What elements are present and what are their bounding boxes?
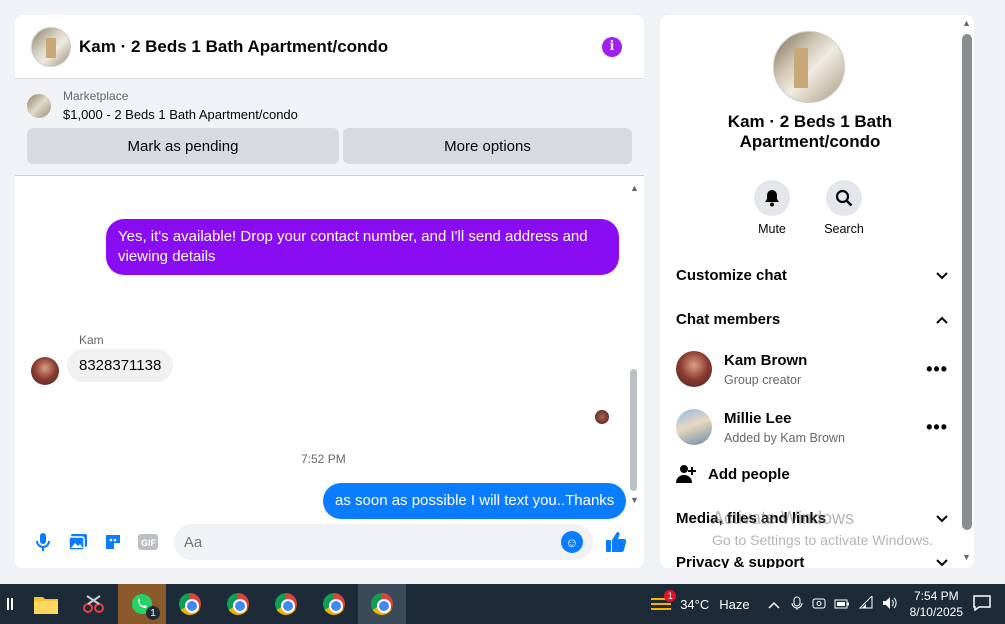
sticker-icon[interactable] xyxy=(95,524,130,560)
chrome-icon[interactable] xyxy=(310,584,358,624)
notification-badge: 1 xyxy=(146,606,160,620)
scrollbar[interactable]: ▲ ▼ xyxy=(630,183,639,505)
photo-icon[interactable] xyxy=(60,524,95,560)
scroll-thumb[interactable] xyxy=(962,34,972,530)
battery-icon[interactable] xyxy=(834,597,850,612)
search-icon[interactable] xyxy=(826,180,862,216)
volume-icon[interactable] xyxy=(882,596,898,613)
chat-header: Kam · 2 Beds 1 Bath Apartment/condo i xyxy=(15,15,644,79)
chat-panel: Kam · 2 Beds 1 Bath Apartment/condo i Ma… xyxy=(15,15,644,568)
chat-title[interactable]: Kam · 2 Beds 1 Bath Apartment/condo xyxy=(79,37,388,57)
file-explorer-icon[interactable] xyxy=(22,584,70,624)
search-action[interactable]: Search xyxy=(814,180,874,236)
privacy-support-label: Privacy & support xyxy=(676,554,805,568)
activation-watermark-title: Activate Windows xyxy=(712,508,855,528)
clock-time: 7:54 PM xyxy=(913,589,959,603)
member-role: Group creator xyxy=(724,372,802,387)
privacy-support-section[interactable]: Privacy & support xyxy=(676,554,948,568)
member-role: Added by Kam Brown xyxy=(724,430,845,445)
wifi-icon[interactable] xyxy=(858,594,874,613)
avatar[interactable] xyxy=(31,357,59,385)
read-receipt-avatar xyxy=(595,410,609,424)
composer: GIF ☺ xyxy=(15,516,644,568)
marketplace-label: Marketplace xyxy=(63,89,129,103)
scroll-down-icon[interactable]: ▼ xyxy=(962,552,971,562)
meet-now-icon[interactable] xyxy=(790,596,804,613)
scroll-up-icon[interactable]: ▲ xyxy=(962,18,971,28)
chrome-icon[interactable] xyxy=(262,584,310,624)
conversation-title: Kam · 2 Beds 1 Bath Apartment/condo xyxy=(727,112,893,151)
marketplace-banner: Marketplace $1,000 - 2 Beds 1 Bath Apart… xyxy=(15,79,644,176)
chat-avatar[interactable] xyxy=(31,26,71,67)
message-outgoing[interactable]: Yes, it's available! Drop your contact n… xyxy=(106,219,619,275)
whatsapp-icon[interactable]: 1 xyxy=(118,584,166,624)
conversation-avatar[interactable] xyxy=(773,31,845,103)
windows-taskbar: 1 1 34°C Haze 7:54 PM 8/10/2025 xyxy=(0,584,1005,624)
member-row[interactable]: Kam Brown Group creator ••• xyxy=(676,351,948,387)
more-icon[interactable]: ••• xyxy=(926,359,948,380)
message-input-box[interactable]: ☺ xyxy=(173,524,593,560)
info-panel-scrollbar[interactable]: ▲ ▼ xyxy=(960,18,974,568)
weather-temp: 34°C xyxy=(680,596,710,612)
mute-label: Mute xyxy=(758,222,786,236)
conversation-info-panel: Kam · 2 Beds 1 Bath Apartment/condo Mute… xyxy=(660,15,974,568)
gif-icon[interactable]: GIF xyxy=(131,524,166,560)
chrome-icon[interactable] xyxy=(358,584,406,624)
weather-icon: 1 xyxy=(650,590,677,614)
task-view-icon[interactable] xyxy=(0,584,22,624)
svg-text:GIF: GIF xyxy=(141,538,157,548)
mark-pending-button[interactable]: Mark as pending xyxy=(27,128,339,164)
emoji-icon[interactable]: ☺ xyxy=(560,531,583,553)
more-options-button[interactable]: More options xyxy=(343,128,632,164)
notifications-icon[interactable] xyxy=(973,594,991,614)
chevron-down-icon xyxy=(936,556,948,569)
weather-widget[interactable]: 1 34°C Haze xyxy=(650,590,750,614)
notification-badge: 1 xyxy=(664,590,677,602)
search-label: Search xyxy=(824,222,864,236)
chat-members-section[interactable]: Chat members xyxy=(676,311,948,328)
scroll-up-icon[interactable]: ▲ xyxy=(630,183,639,193)
clock[interactable]: 7:54 PM 8/10/2025 xyxy=(910,588,963,620)
camera-icon[interactable] xyxy=(812,596,826,613)
scroll-down-icon[interactable]: ▼ xyxy=(630,495,639,505)
message-outgoing[interactable]: as soon as possible I will text you..Tha… xyxy=(323,483,627,519)
member-name: Millie Lee xyxy=(724,409,792,427)
avatar[interactable] xyxy=(676,409,712,445)
message-incoming[interactable]: 8328371138 xyxy=(67,349,174,382)
chrome-icon[interactable] xyxy=(214,584,262,624)
add-people-button[interactable]: Add people xyxy=(676,464,790,484)
customize-chat-section[interactable]: Customize chat xyxy=(676,267,948,284)
info-icon[interactable]: i xyxy=(602,36,622,57)
activation-watermark-text: Go to Settings to activate Windows. xyxy=(712,532,933,548)
add-person-icon xyxy=(676,465,696,483)
chevron-down-icon xyxy=(936,512,948,526)
listing-price[interactable]: $1,000 - 2 Beds 1 Bath Apartment/condo xyxy=(63,107,298,122)
microphone-icon[interactable] xyxy=(25,524,60,560)
bell-icon[interactable] xyxy=(754,180,790,216)
scroll-thumb[interactable] xyxy=(630,369,637,491)
avatar[interactable] xyxy=(676,351,712,387)
listing-thumbnail xyxy=(27,93,51,118)
clock-date: 8/10/2025 xyxy=(909,605,963,619)
member-name: Kam Brown xyxy=(724,351,808,369)
message-input[interactable] xyxy=(183,533,561,551)
more-icon[interactable]: ••• xyxy=(926,417,948,438)
chevron-down-icon xyxy=(936,269,948,283)
chevron-up-icon xyxy=(936,313,948,327)
message-list: Yes, it's available! Drop your contact n… xyxy=(15,177,644,519)
sender-name: Kam xyxy=(79,333,104,347)
system-tray: 1 34°C Haze 7:54 PM 8/10/2025 xyxy=(650,584,1005,624)
message-timestamp: 7:52 PM xyxy=(301,452,346,466)
chat-members-label: Chat members xyxy=(676,311,781,328)
member-row[interactable]: Millie Lee Added by Kam Brown ••• xyxy=(676,409,948,445)
chevron-up-icon[interactable] xyxy=(768,597,780,612)
chrome-icon[interactable] xyxy=(166,584,214,624)
snipping-tool-icon[interactable] xyxy=(70,584,118,624)
weather-desc: Haze xyxy=(719,596,750,612)
add-people-label: Add people xyxy=(708,465,790,483)
mute-action[interactable]: Mute xyxy=(742,180,802,236)
customize-chat-label: Customize chat xyxy=(676,267,787,284)
thumbs-up-icon[interactable] xyxy=(599,524,634,560)
